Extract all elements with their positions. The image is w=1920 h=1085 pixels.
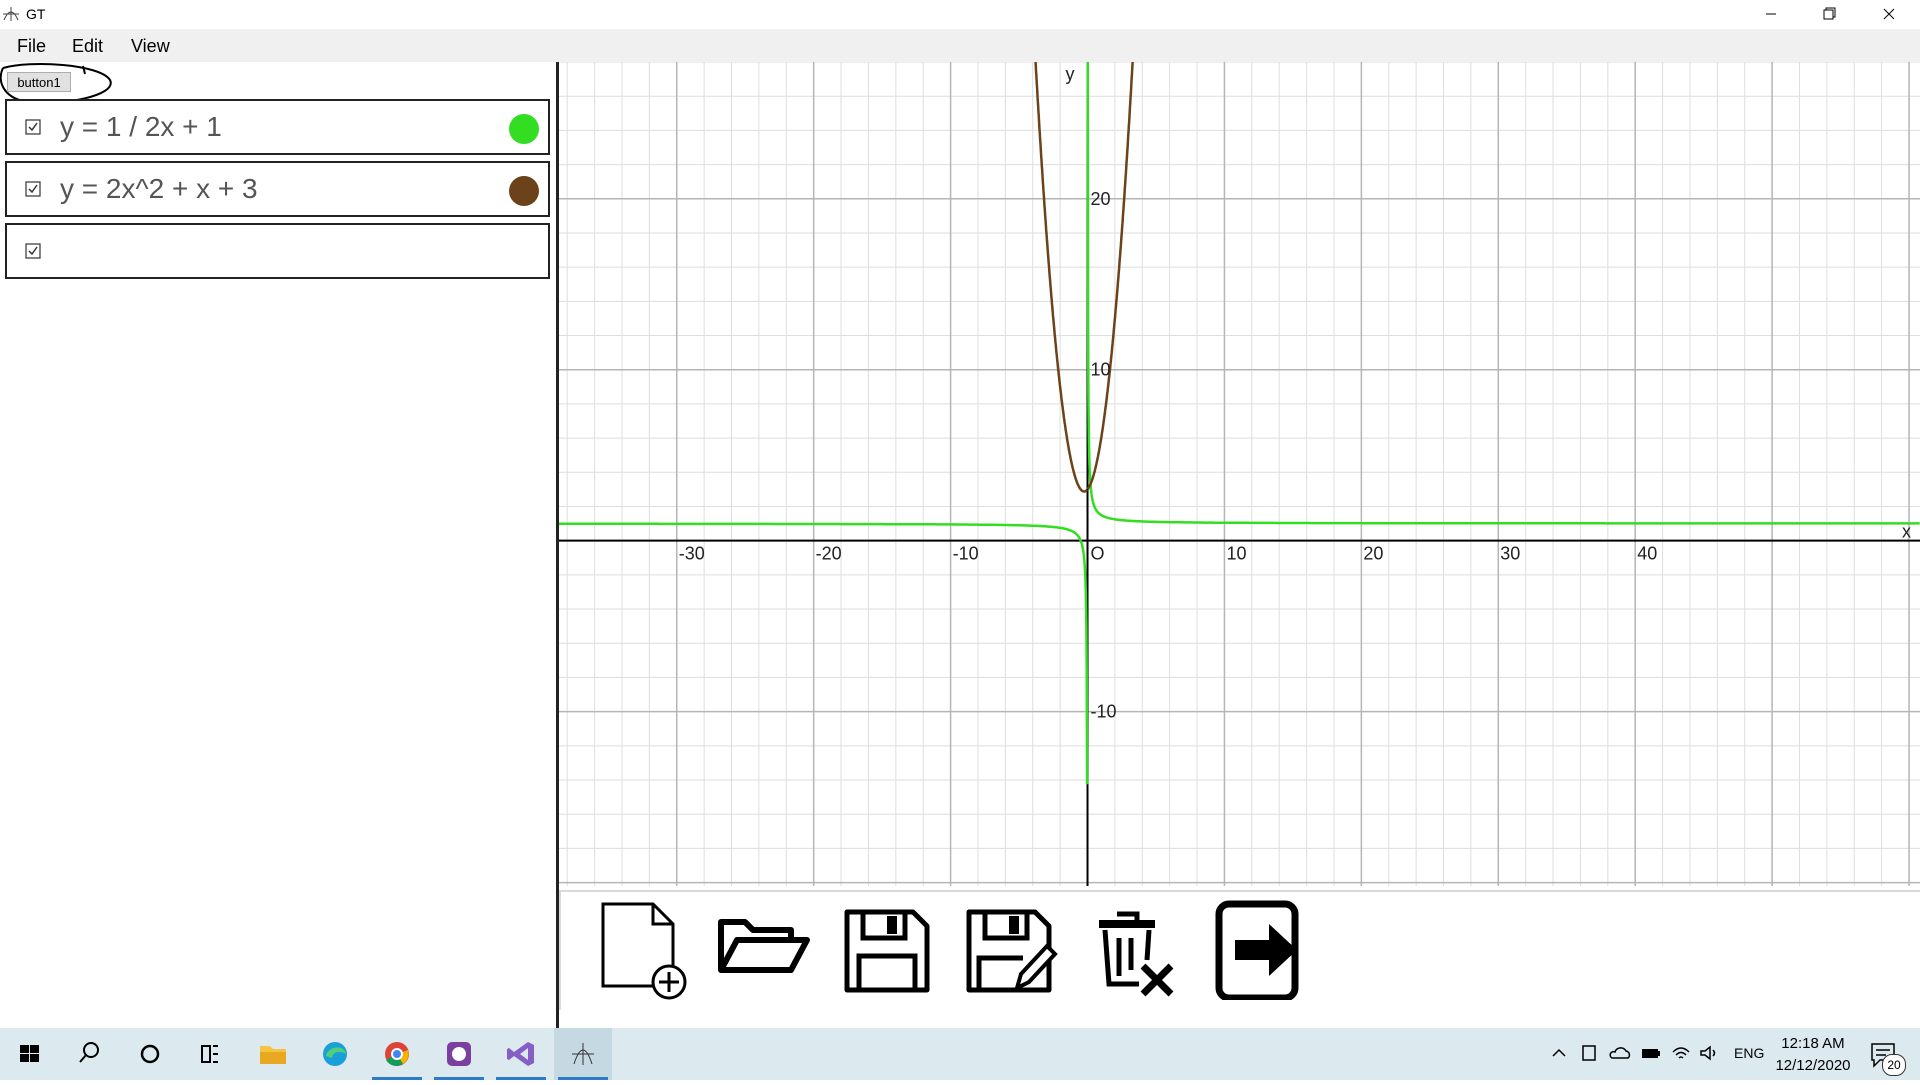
onedrive-icon[interactable]: [1609, 1042, 1631, 1064]
function-panel: button1 y = 1 / 2x + 1 y = 2x^2 + x + 3: [0, 62, 556, 1028]
y-axis-label: y: [1066, 64, 1075, 84]
windows-start-button[interactable]: [0, 1028, 58, 1080]
visual-studio-icon: [507, 1042, 534, 1066]
checkbox-checked-icon[interactable]: [25, 243, 41, 259]
new-file-icon[interactable]: [593, 900, 693, 1000]
save-icon[interactable]: [837, 900, 937, 1000]
minimize-icon: [1766, 13, 1776, 15]
graph-app-icon: [3, 7, 19, 21]
close-icon: [1883, 8, 1895, 20]
edge-button[interactable]: [306, 1028, 364, 1080]
checkbox-checked-icon[interactable]: [25, 181, 41, 197]
open-folder-icon[interactable]: [715, 900, 815, 1000]
wifi-icon[interactable]: [1670, 1042, 1692, 1064]
show-hidden-icons-icon[interactable]: [1550, 1042, 1568, 1064]
visual-studio-button[interactable]: [492, 1028, 550, 1080]
cortana-button[interactable]: [120, 1028, 178, 1080]
close-button[interactable]: [1858, 0, 1920, 29]
github-desktop-icon: [447, 1042, 471, 1066]
y-tick-label: -10: [1091, 702, 1117, 722]
y-tick-label: 10: [1091, 360, 1111, 380]
notification-center-button[interactable]: 20: [1866, 1036, 1906, 1076]
save-as-icon[interactable]: [959, 900, 1059, 1000]
cortana-icon: [140, 1044, 160, 1064]
exit-icon[interactable]: [1213, 900, 1313, 1000]
x-tick-label: -30: [679, 544, 705, 564]
function-expression[interactable]: y = 2x^2 + x + 3: [60, 173, 258, 205]
taskbar: ENG 12:18 AM 12/12/2020 20: [0, 1028, 1920, 1080]
x-tick-label: -10: [953, 544, 979, 564]
color-swatch[interactable]: [509, 176, 539, 206]
chrome-button[interactable]: [368, 1028, 426, 1080]
menu-file[interactable]: File: [17, 36, 46, 57]
minimize-button[interactable]: [1742, 0, 1800, 29]
language-indicator[interactable]: ENG: [1734, 1045, 1764, 1061]
menu-bar: File Edit View: [0, 29, 1920, 62]
delete-icon[interactable]: [1081, 900, 1181, 1000]
edge-icon: [323, 1042, 347, 1066]
battery-icon[interactable]: [1640, 1042, 1662, 1064]
x-tick-label: 10: [1226, 544, 1246, 564]
toolbar: [559, 890, 1920, 1010]
restore-icon: [1823, 7, 1836, 20]
device-icon[interactable]: [1580, 1042, 1598, 1064]
x-axis-label: x: [1902, 522, 1911, 542]
function-row[interactable]: y = 2x^2 + x + 3: [5, 161, 550, 217]
gt-app-taskbar-button[interactable]: [554, 1028, 612, 1080]
search-button[interactable]: [60, 1028, 118, 1080]
graph-canvas[interactable]: -30 -20 -10 10 20 30 40 20 10 -10 Ox y: [559, 62, 1920, 886]
y-tick-label: 20: [1091, 189, 1111, 209]
origin-label: O: [1091, 544, 1105, 564]
file-explorer-button[interactable]: [244, 1028, 302, 1080]
task-view-button[interactable]: [180, 1028, 238, 1080]
gt-app-icon: [572, 1043, 594, 1065]
clock-date[interactable]: 12/12/2020: [1768, 1057, 1858, 1074]
x-tick-label: 20: [1363, 544, 1383, 564]
search-icon: [79, 1042, 99, 1063]
clock-time[interactable]: 12:18 AM: [1768, 1035, 1858, 1052]
chrome-icon: [385, 1042, 409, 1066]
checkbox-checked-icon[interactable]: [25, 119, 41, 135]
button1[interactable]: button1: [7, 72, 71, 92]
x-tick-label: 40: [1637, 544, 1657, 564]
task-view-icon: [201, 1045, 218, 1063]
restore-button[interactable]: [1800, 0, 1858, 29]
x-tick-label: -20: [816, 544, 842, 564]
volume-icon[interactable]: [1698, 1042, 1720, 1064]
window-title: GT: [26, 6, 46, 22]
x-tick-label: 30: [1500, 544, 1520, 564]
major-grid: [559, 62, 1920, 886]
color-swatch[interactable]: [509, 114, 539, 144]
github-desktop-button[interactable]: [430, 1028, 488, 1080]
function-curve: [1034, 62, 1134, 493]
windows-start-icon: [20, 1045, 39, 1062]
notification-count-badge: 20: [1882, 1054, 1906, 1076]
function-expression[interactable]: y = 1 / 2x + 1: [60, 111, 222, 143]
title-bar: GT: [0, 0, 1920, 29]
file-explorer-icon: [260, 1046, 286, 1064]
function-row[interactable]: [5, 223, 550, 279]
menu-view[interactable]: View: [131, 36, 170, 57]
menu-edit[interactable]: Edit: [72, 36, 103, 57]
function-curve: [559, 62, 1920, 785]
minor-grid: [559, 62, 1920, 886]
function-row[interactable]: y = 1 / 2x + 1: [5, 99, 550, 155]
